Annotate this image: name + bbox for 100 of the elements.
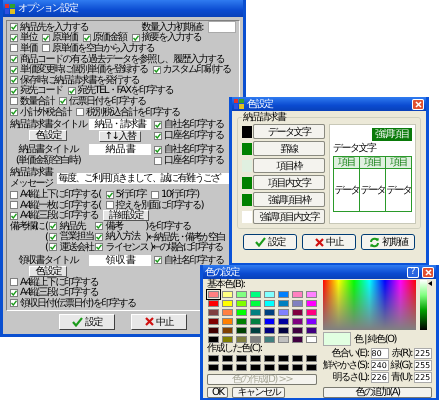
checkbox[interactable]: 単価 — [10, 42, 37, 54]
close-button[interactable] — [412, 98, 424, 110]
checkbox[interactable]: 原価金額 — [82, 32, 126, 44]
checkbox[interactable]: 納品先 — [49, 220, 85, 232]
color-swatch[interactable] — [278, 300, 289, 307]
color-swatch[interactable] — [292, 364, 303, 371]
color-swatch[interactable] — [222, 364, 233, 371]
color-swatch[interactable] — [236, 309, 247, 316]
checkbox[interactable]: 単価変更時に個別単価を登録する — [10, 64, 148, 76]
checkbox[interactable]: 備考 — [95, 220, 122, 232]
color-swatch[interactable] — [278, 364, 289, 371]
checkbox[interactable]: ライセンス — [95, 242, 148, 253]
color-swatch[interactable] — [306, 309, 317, 316]
color-swatch[interactable] — [208, 300, 219, 307]
checkbox[interactable]: 伝票日付を印字する — [59, 96, 146, 107]
color-swatch[interactable] — [306, 355, 317, 362]
checkbox[interactable]: 5行印字 — [106, 189, 146, 200]
checkbox[interactable]: 原単価 — [42, 32, 78, 44]
color-swatch[interactable] — [222, 336, 233, 343]
ok-button[interactable]: 設定 — [243, 234, 297, 250]
color-swatch[interactable] — [250, 291, 261, 298]
input-field[interactable]: 225 — [414, 348, 432, 359]
color-swatch[interactable] — [278, 309, 289, 316]
color-swatch[interactable] — [236, 327, 247, 334]
color-swatch[interactable] — [306, 364, 317, 371]
color-item-button[interactable]: 強調項目枠 — [253, 192, 325, 207]
checkbox[interactable]: 商品コードの有る過去データを参照し、履歴入力する — [10, 54, 224, 65]
checkbox[interactable]: 口座名印字する — [154, 155, 224, 166]
input-field[interactable]: 80 — [370, 348, 389, 359]
color-swatch[interactable] — [208, 309, 219, 316]
checkbox[interactable]: 単位 — [10, 32, 37, 44]
input-field[interactable] — [208, 21, 236, 34]
color-swatch[interactable] — [292, 327, 303, 334]
cancel-button[interactable]: 中止 — [131, 314, 187, 330]
color-item-button[interactable]: 罫線 — [253, 141, 325, 156]
checkbox[interactable]: 宛先コード — [10, 85, 62, 96]
color-swatch[interactable] — [250, 336, 261, 343]
color-swatch[interactable] — [264, 318, 275, 325]
color-swatch[interactable] — [264, 300, 275, 307]
swap-button[interactable]: ↑↓入替 — [98, 131, 142, 142]
color-swatch[interactable] — [222, 291, 233, 298]
color-swatch[interactable] — [306, 318, 317, 325]
color-swatch[interactable] — [264, 309, 275, 316]
cancel-button[interactable]: キャンセル — [232, 387, 285, 398]
color-swatch[interactable] — [208, 355, 219, 362]
color-swatch[interactable] — [250, 309, 261, 316]
color-swatch[interactable] — [292, 291, 303, 298]
color-swatch[interactable] — [236, 364, 247, 371]
checkbox[interactable]: 営業担当 — [49, 231, 94, 242]
color-swatch[interactable] — [222, 300, 233, 307]
color-swatch[interactable] — [264, 291, 275, 298]
checkbox[interactable]: 数量合計 — [10, 96, 54, 107]
color-swatch[interactable] — [222, 309, 233, 316]
cancel-button[interactable]: 中止 — [302, 234, 356, 250]
checkbox[interactable]: 原単価を空白から入力する — [42, 42, 154, 54]
color-swatch[interactable] — [250, 364, 261, 371]
input-field[interactable]: 255 — [414, 360, 432, 371]
color-swatch[interactable] — [250, 300, 261, 307]
color-swatch[interactable] — [236, 336, 247, 343]
checkbox[interactable]: 自社名印字する — [154, 254, 224, 266]
color-swatch[interactable] — [222, 327, 233, 334]
title-field[interactable]: 納品・請求書 — [89, 119, 151, 130]
reset-button[interactable]: 初期値 — [361, 234, 415, 250]
color-spectrum[interactable] — [323, 280, 416, 330]
title-field[interactable]: 納 品 書 — [89, 144, 151, 156]
ok-button[interactable]: OK — [207, 387, 228, 398]
color-swatch[interactable] — [292, 355, 303, 362]
color-swatch[interactable] — [264, 355, 275, 362]
color-settings-button[interactable]: 色設定 — [29, 130, 67, 142]
color-swatch[interactable] — [306, 336, 317, 343]
title-field[interactable]: 領 収 書 — [89, 254, 151, 266]
color-swatch[interactable] — [278, 318, 289, 325]
color-swatch[interactable] — [208, 336, 219, 343]
color-swatch[interactable] — [208, 318, 219, 325]
checkbox[interactable]: 摘要を入力する — [132, 32, 201, 44]
color-swatch[interactable] — [236, 355, 247, 362]
checkbox[interactable]: 10行印字) — [150, 189, 199, 200]
checkbox[interactable]: A4縦上下に印字する( — [10, 189, 101, 200]
color-swatch[interactable] — [306, 300, 317, 307]
checkbox[interactable]: 自社名印字する — [154, 119, 224, 130]
color-swatch[interactable] — [236, 291, 247, 298]
color-swatch[interactable] — [306, 291, 317, 298]
color-swatch[interactable] — [264, 364, 275, 371]
color-swatch[interactable] — [208, 364, 219, 371]
checkbox[interactable]: 自社名印字する — [154, 144, 224, 156]
color-swatch[interactable] — [278, 291, 289, 298]
color-swatch[interactable] — [222, 355, 233, 362]
color-swatch[interactable] — [292, 336, 303, 343]
color-swatch[interactable] — [278, 327, 289, 334]
color-swatch[interactable] — [250, 355, 261, 362]
color-swatch[interactable] — [292, 309, 303, 316]
checkbox[interactable]: 納品先を入力する — [10, 22, 88, 33]
checkbox[interactable]: 控えを別面に印字する) — [106, 200, 204, 211]
input-field[interactable]: 225 — [414, 372, 432, 383]
color-swatch[interactable] — [306, 327, 317, 334]
color-swatch[interactable] — [250, 327, 261, 334]
color-item-button[interactable]: 項目枠 — [253, 158, 325, 173]
color-swatch[interactable] — [278, 355, 289, 362]
color-settings-button[interactable]: 色設定 — [29, 266, 67, 277]
color-swatch[interactable] — [264, 336, 275, 343]
